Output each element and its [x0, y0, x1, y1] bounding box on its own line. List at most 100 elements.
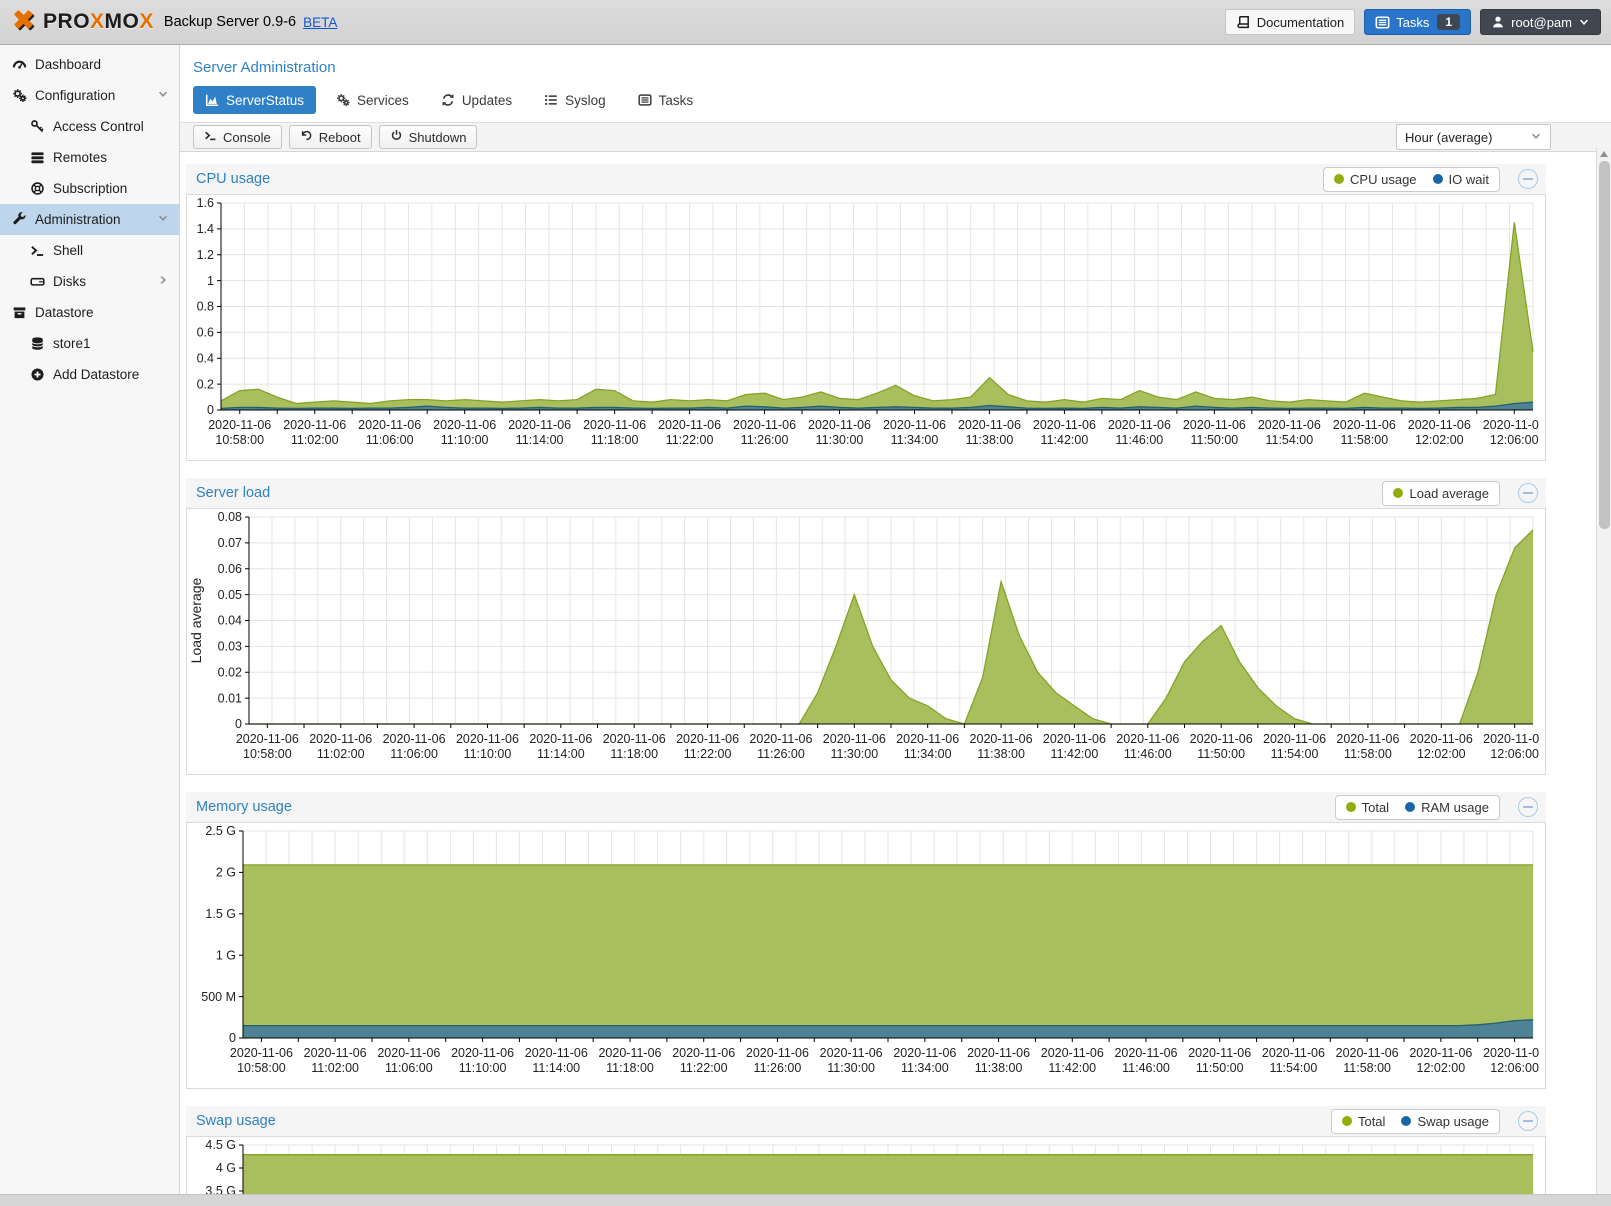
documentation-button[interactable]: Documentation [1225, 9, 1355, 35]
tab-tasks[interactable]: Tasks [626, 86, 706, 114]
sidebar-item-subscription[interactable]: Subscription [0, 173, 179, 204]
legend-item[interactable]: Load average [1393, 486, 1489, 501]
svg-text:2020-11-06: 2020-11-06 [1033, 418, 1096, 432]
panel-title: Server load [196, 485, 270, 501]
svg-text:11:34:00: 11:34:00 [891, 433, 939, 447]
power-icon [390, 129, 403, 145]
svg-text:0.6: 0.6 [197, 326, 214, 340]
sidebar-item-dashboard[interactable]: Dashboard [0, 49, 179, 80]
gears-icon [11, 88, 27, 103]
book-icon [1236, 15, 1251, 30]
server-load-chart: 0.08 0.07 0.06 0.05 0.04 0.03 0.02 0.01 … [186, 508, 1546, 775]
svg-text:2020-11-06: 2020-11-06 [433, 418, 496, 432]
series-color-dot [1401, 1116, 1411, 1126]
sidebar-item-access-control[interactable]: Access Control [0, 111, 179, 142]
svg-text:11:06:00: 11:06:00 [366, 433, 414, 447]
scroll-up-arrow-icon[interactable] [1600, 151, 1608, 157]
legend-item[interactable]: IO wait [1433, 172, 1489, 187]
beta-link[interactable]: BETA [303, 15, 337, 30]
svg-text:2020-11-06: 2020-11-06 [1262, 1046, 1325, 1060]
collapse-panel-button[interactable] [1518, 483, 1538, 503]
sidebar-item-disks[interactable]: Disks [0, 266, 179, 297]
series-color-dot [1433, 174, 1443, 184]
tab-services[interactable]: Services [324, 86, 421, 114]
collapse-panel-button[interactable] [1518, 169, 1538, 189]
sidebar-item-label: Subscription [53, 181, 127, 196]
legend-item[interactable]: RAM usage [1405, 800, 1489, 815]
svg-text:11:02:00: 11:02:00 [311, 1061, 359, 1075]
svg-text:0.04: 0.04 [218, 614, 242, 628]
collapse-panel-button[interactable] [1518, 1111, 1538, 1131]
svg-text:11:58:00: 11:58:00 [1344, 747, 1392, 761]
sidebar-item-label: Add Datastore [53, 367, 139, 382]
list-alt-icon [638, 93, 652, 107]
chart-legend[interactable]: Total RAM usage [1335, 795, 1500, 820]
svg-text:12:06:00: 12:06:00 [1490, 433, 1539, 447]
svg-text:500 M: 500 M [201, 990, 236, 1004]
panel-cpu-usage: CPU usage CPU usage IO wait 1.6 1.4 1.2 … [186, 164, 1546, 461]
sidebar-item-add-datastore[interactable]: Add Datastore [0, 359, 179, 390]
svg-text:2020-11-06: 2020-11-06 [236, 732, 299, 746]
svg-text:2020-11-06: 2020-11-06 [1114, 1046, 1177, 1060]
panel-header: Swap usage Total Swap usage [186, 1106, 1546, 1136]
svg-text:1.6: 1.6 [197, 196, 214, 210]
svg-text:2020-11-06: 2020-11-06 [283, 418, 346, 432]
user-menu-button[interactable]: root@pam [1480, 9, 1601, 35]
window-bottom-strip [0, 1194, 1611, 1206]
reboot-button[interactable]: Reboot [289, 125, 372, 149]
sidebar-item-store1[interactable]: store1 [0, 328, 179, 359]
chart-legend[interactable]: Load average [1382, 481, 1500, 506]
tab-updates[interactable]: Updates [429, 86, 524, 114]
legend-item[interactable]: CPU usage [1334, 172, 1416, 187]
sidebar-item-datastore[interactable]: Datastore [0, 297, 179, 328]
svg-text:2020-11-06: 2020-11-06 [598, 1046, 661, 1060]
shutdown-button[interactable]: Shutdown [379, 125, 478, 149]
vertical-scrollbar[interactable] [1596, 147, 1611, 1194]
chevron-right-icon [157, 274, 169, 289]
svg-text:12:06:00: 12:06:00 [1490, 1061, 1539, 1075]
tasks-button[interactable]: Tasks 1 [1364, 9, 1471, 35]
svg-text:2020-11-06: 2020-11-06 [1483, 418, 1539, 432]
svg-text:2020-11-06: 2020-11-06 [1483, 732, 1539, 746]
svg-text:11:22:00: 11:22:00 [680, 1061, 728, 1075]
svg-text:4.5 G: 4.5 G [205, 1138, 236, 1152]
svg-text:2020-11-06: 2020-11-06 [820, 1046, 883, 1060]
svg-text:2020-11-06: 2020-11-06 [823, 732, 886, 746]
sidebar-item-shell[interactable]: Shell [0, 235, 179, 266]
svg-text:0.05: 0.05 [218, 588, 242, 602]
collapse-panel-button[interactable] [1518, 797, 1538, 817]
sidebar-item-remotes[interactable]: Remotes [0, 142, 179, 173]
svg-text:11:22:00: 11:22:00 [684, 747, 732, 761]
chart-legend[interactable]: CPU usage IO wait [1323, 167, 1500, 192]
svg-text:2020-11-06: 2020-11-06 [958, 418, 1021, 432]
svg-text:2020-11-06: 2020-11-06 [1043, 732, 1106, 746]
user-icon [1491, 15, 1505, 29]
svg-text:11:18:00: 11:18:00 [610, 747, 658, 761]
series-color-dot [1342, 1116, 1352, 1126]
svg-text:1.4: 1.4 [197, 222, 214, 236]
legend-item[interactable]: Total [1346, 800, 1389, 815]
svg-text:2020-11-06: 2020-11-06 [1183, 418, 1246, 432]
tab-bar: ServerStatus Services Updates Syslog Tas… [180, 86, 1611, 122]
console-button[interactable]: Console [193, 125, 282, 149]
svg-text:0.08: 0.08 [218, 510, 242, 524]
legend-item[interactable]: Swap usage [1401, 1114, 1489, 1129]
tab-serverstatus[interactable]: ServerStatus [193, 86, 316, 114]
cpu-usage-chart: 1.6 1.4 1.2 1 0.8 0.6 0.4 0.2 02020-11-0… [186, 194, 1546, 461]
sidebar-item-label: Disks [53, 274, 86, 289]
svg-text:11:22:00: 11:22:00 [666, 433, 714, 447]
svg-text:2020-11-06: 2020-11-06 [896, 732, 959, 746]
sidebar-item-label: store1 [53, 336, 91, 351]
sidebar-item-configuration[interactable]: Configuration [0, 80, 179, 111]
svg-text:2020-11-06: 2020-11-06 [808, 418, 871, 432]
product-subtitle: Backup Server 0.9-6 [164, 14, 296, 30]
legend-item[interactable]: Total [1342, 1114, 1385, 1129]
svg-text:10:58:00: 10:58:00 [243, 747, 292, 761]
tab-syslog[interactable]: Syslog [532, 86, 618, 114]
sidebar-item-label: Administration [35, 212, 121, 227]
sidebar-item-administration[interactable]: Administration [0, 204, 179, 235]
timeframe-select[interactable]: Hour (average) [1396, 124, 1551, 150]
svg-text:2020-11-06: 2020-11-06 [529, 732, 592, 746]
scrollbar-thumb[interactable] [1599, 161, 1610, 529]
chart-legend[interactable]: Total Swap usage [1331, 1109, 1500, 1134]
